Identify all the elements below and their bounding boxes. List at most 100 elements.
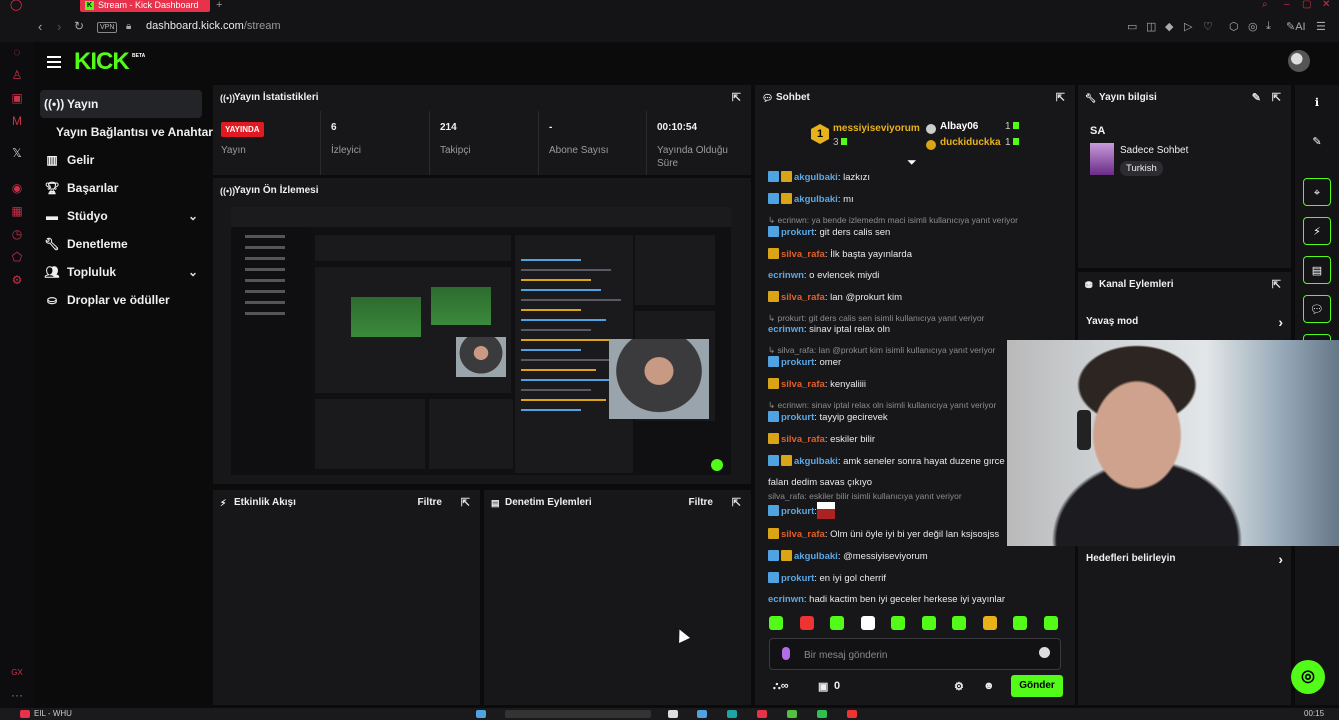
nav-item-studyo[interactable]: ▬ Stüdyo ⌄: [34, 202, 210, 230]
emoji-picker-icon[interactable]: [1039, 647, 1050, 658]
back-icon[interactable]: ‹: [38, 19, 42, 34]
app-icon[interactable]: [787, 710, 797, 718]
user-avatar[interactable]: [1288, 50, 1310, 72]
popout-icon[interactable]: ⇱: [732, 85, 741, 111]
heart-icon[interactable]: ♡: [1203, 20, 1213, 33]
wallet-icon[interactable]: ◎: [1248, 20, 1258, 33]
emote-icon[interactable]: [982, 616, 997, 630]
chat-image-emote[interactable]: [816, 502, 835, 519]
chat-message-input[interactable]: [804, 646, 1034, 664]
third-gifter-name[interactable]: duckiduckka: [940, 137, 1001, 148]
popout-icon[interactable]: ⇱: [461, 490, 470, 516]
chat-username[interactable]: prokurt: [781, 506, 814, 517]
chat-username[interactable]: prokurt: [781, 357, 814, 368]
chat-username[interactable]: silva_rafa: [781, 379, 825, 390]
nav-item-topluluk[interactable]: 👥︎ Topluluk ⌄: [34, 258, 210, 286]
more-icon[interactable]: ···: [10, 688, 24, 702]
stream-category[interactable]: Sadece Sohbet: [1120, 145, 1188, 156]
menu-icon[interactable]: ☰: [1316, 20, 1326, 33]
mod-tool-icon[interactable]: ⌖: [1303, 178, 1331, 206]
edit-icon[interactable]: ✎: [1252, 85, 1261, 111]
taskbar-search[interactable]: [505, 710, 651, 718]
settings-icon[interactable]: ⚙: [10, 273, 24, 287]
chat-username[interactable]: akgulbaki: [794, 172, 838, 183]
nav-item-stream-key[interactable]: Yayın Bağlantısı ve Anahtarı: [34, 118, 216, 146]
forward-icon[interactable]: ›: [57, 19, 61, 34]
hamburger-menu-icon[interactable]: [47, 56, 61, 68]
stream-preview-video[interactable]: [231, 207, 731, 475]
opera-logo-icon[interactable]: ◯: [10, 0, 22, 11]
emote-icon[interactable]: [860, 616, 875, 630]
crypto-icon[interactable]: ♙: [10, 68, 24, 82]
viewers-icon[interactable]: ⛬∞: [773, 680, 789, 693]
opera-taskbar-icon[interactable]: [757, 710, 767, 718]
media-icon[interactable]: [20, 710, 30, 718]
chat-tool-icon[interactable]: 💬︎: [1303, 295, 1331, 323]
chevron-down-icon[interactable]: ⌄: [188, 258, 198, 286]
emote-icon[interactable]: [921, 616, 936, 630]
filter-button[interactable]: Filtre: [689, 490, 713, 516]
minimize-icon[interactable]: –: [1284, 0, 1290, 10]
chat-username[interactable]: akgulbaki: [794, 194, 838, 205]
chat-username[interactable]: silva_rafa: [781, 434, 825, 445]
workspaces-icon[interactable]: ▦: [10, 204, 24, 218]
nav-item-yayin[interactable]: ((•)) Yayın: [40, 90, 202, 118]
mail-icon[interactable]: M: [10, 114, 24, 128]
aria-icon[interactable]: ◌: [10, 45, 24, 59]
app2-icon[interactable]: [847, 710, 857, 718]
nav-item-basarilar[interactable]: 🏆︎ Başarılar: [34, 174, 210, 202]
emote-menu-icon[interactable]: ☻: [983, 680, 995, 692]
start-icon[interactable]: [476, 710, 486, 718]
emote-icon[interactable]: [952, 616, 966, 630]
chat-username[interactable]: prokurt: [781, 227, 814, 238]
emote-icon[interactable]: [1013, 616, 1027, 630]
edit-tool-icon[interactable]: ✎: [1303, 128, 1331, 156]
chat-username[interactable]: ecrinwn: [768, 324, 804, 335]
play-icon[interactable]: ▷: [1184, 20, 1192, 33]
reload-icon[interactable]: ↻: [74, 19, 84, 33]
snapshot-icon[interactable]: ◫: [1146, 20, 1156, 33]
emote-icon[interactable]: [830, 616, 844, 630]
list-tool-icon[interactable]: ▤: [1303, 256, 1331, 284]
extensions-icon[interactable]: ⬡: [1229, 20, 1239, 33]
extensions-sidebar-icon[interactable]: ⬠: [10, 250, 24, 264]
microphone-icon[interactable]: [782, 647, 790, 660]
send-button[interactable]: Gönder: [1011, 675, 1063, 697]
flash-tool-icon[interactable]: ⚡︎: [1303, 217, 1331, 245]
chat-username[interactable]: ecrinwn: [768, 270, 804, 281]
slow-mode-row[interactable]: Yavaş mod ›: [1078, 307, 1291, 337]
store-icon[interactable]: [697, 710, 707, 718]
browser-tab[interactable]: K Stream - Kick Dashboard: [80, 0, 210, 12]
filter-button[interactable]: Filtre: [418, 490, 442, 516]
new-tab-icon[interactable]: +: [216, 0, 222, 11]
edge-icon[interactable]: [727, 710, 737, 718]
chat-username[interactable]: prokurt: [781, 412, 814, 423]
help-chat-button[interactable]: ◎: [1291, 660, 1325, 694]
chat-username[interactable]: akgulbaki: [794, 551, 838, 562]
gx-icon[interactable]: GX: [10, 666, 24, 680]
reply-context[interactable]: ↳ prokurt: git ders calis sen isimli kul…: [768, 313, 1068, 324]
emote-icon[interactable]: [891, 616, 905, 630]
chat-username[interactable]: silva_rafa: [781, 249, 825, 260]
ai-icon[interactable]: ✎AI: [1286, 20, 1306, 33]
vpn-badge[interactable]: VPN: [97, 22, 118, 33]
popout-icon[interactable]: ⇱: [732, 490, 741, 516]
info-icon[interactable]: ℹ: [1303, 89, 1331, 117]
chat-username[interactable]: silva_rafa: [781, 292, 825, 303]
popout-icon[interactable]: ⇱: [1272, 85, 1281, 111]
chat-username[interactable]: akgulbaki: [794, 456, 838, 467]
url-field[interactable]: dashboard.kick.com/stream: [146, 20, 281, 32]
gift-box-icon[interactable]: ▣: [818, 680, 828, 693]
set-goals-row[interactable]: Hedefleri belirleyin ›: [1078, 544, 1291, 574]
messenger-icon[interactable]: ▣: [10, 91, 24, 105]
download-icon[interactable]: ⤓: [1266, 20, 1271, 33]
search-tabs-icon[interactable]: ⌕: [1262, 0, 1268, 10]
kick-logo[interactable]: KICK BETA: [74, 48, 145, 76]
popout-icon[interactable]: ⇱: [1272, 272, 1281, 298]
chat-username[interactable]: ecrinwn: [768, 594, 804, 605]
player-icon[interactable]: ◉: [10, 181, 24, 195]
maximize-icon[interactable]: ▢: [1302, 0, 1311, 10]
chat-username[interactable]: prokurt: [781, 573, 814, 584]
whatsapp-icon[interactable]: [817, 710, 827, 718]
nav-item-droplar[interactable]: ⛀ Droplar ve ödüller: [34, 286, 210, 314]
